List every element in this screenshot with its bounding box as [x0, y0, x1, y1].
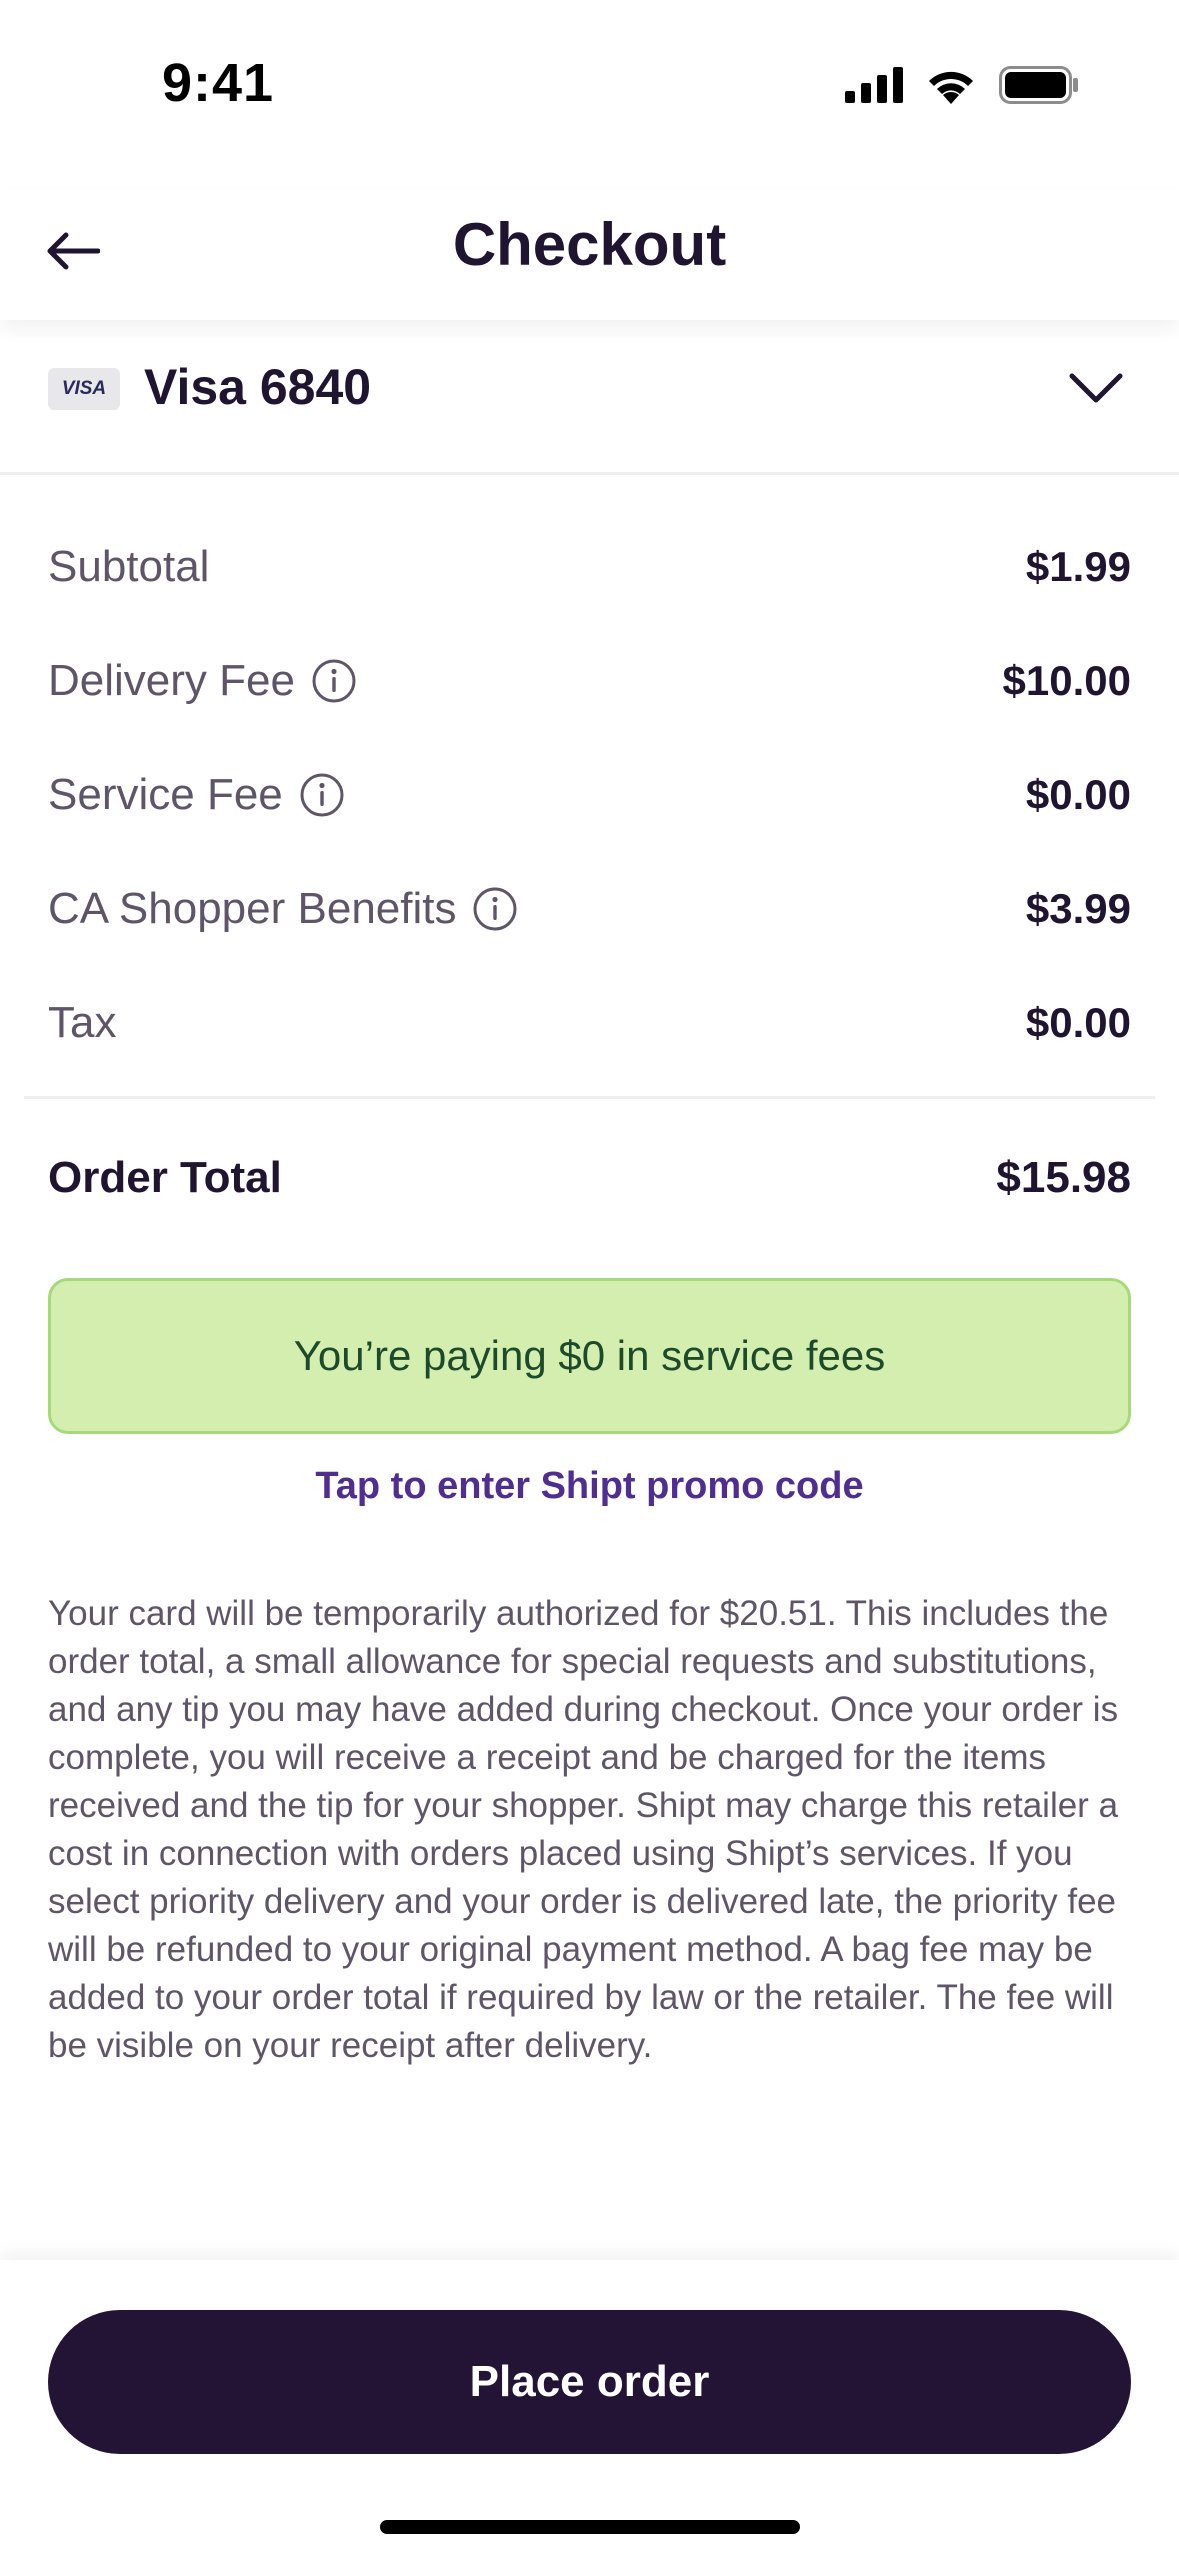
info-icon[interactable]: [472, 886, 518, 932]
nav-header: Checkout: [0, 190, 1179, 320]
place-order-button[interactable]: Place order: [48, 2310, 1131, 2454]
order-summary: Subtotal $1.99 Delivery Fee $10.00 Servi…: [48, 510, 1131, 1080]
bottom-bar: Place order: [0, 2260, 1179, 2556]
savings-banner: You’re paying $0 in service fees: [48, 1278, 1131, 1434]
line-item-delivery-fee: Delivery Fee $10.00: [48, 624, 1131, 738]
status-time: 9:41: [162, 53, 275, 113]
page-title: Checkout: [452, 211, 727, 278]
order-total-value: $15.98: [996, 1153, 1131, 1202]
line-item-value: $1.99: [1025, 543, 1131, 590]
line-item-subtotal: Subtotal $1.99: [48, 510, 1131, 624]
info-icon[interactable]: [299, 772, 345, 818]
line-item-service-fee: Service Fee $0.00: [48, 738, 1131, 852]
line-item-label: Service Fee: [48, 770, 283, 819]
authorization-disclaimer: Your card will be temporarily authorized…: [48, 1594, 1119, 2065]
divider: [24, 1096, 1155, 1099]
line-item-shopper-benefits: CA Shopper Benefits $3.99: [48, 852, 1131, 966]
info-icon[interactable]: [311, 658, 357, 704]
card-label: Visa 6840: [144, 359, 372, 415]
chevron-down-icon: [1068, 372, 1124, 409]
line-item-value: $3.99: [1025, 885, 1131, 932]
status-bar: 9:41: [0, 0, 1179, 150]
payment-method-selector[interactable]: VISA Visa 6840: [0, 330, 1179, 475]
home-indicator[interactable]: [380, 2520, 800, 2534]
battery-icon: [999, 66, 1079, 109]
line-item-value: $0.00: [1025, 999, 1131, 1046]
cellular-signal-icon: [845, 67, 903, 108]
line-item-tax: Tax $0.00: [48, 966, 1131, 1080]
line-item-label: Delivery Fee: [48, 656, 295, 705]
order-total: Order Total $15.98: [48, 1140, 1131, 1216]
visa-card-icon: VISA: [48, 368, 120, 410]
line-item-label: CA Shopper Benefits: [48, 884, 457, 933]
wifi-icon: [925, 66, 977, 109]
line-item-label: Subtotal: [48, 542, 210, 591]
line-item-value: $10.00: [1002, 657, 1131, 704]
line-item-label: Tax: [48, 998, 117, 1047]
promo-code-link[interactable]: Tap to enter Shipt promo code: [0, 1465, 1179, 1508]
status-icons: [845, 66, 1079, 109]
order-total-label: Order Total: [48, 1153, 282, 1202]
line-item-value: $0.00: [1025, 771, 1131, 818]
payment-expand-button[interactable]: [1061, 360, 1131, 420]
